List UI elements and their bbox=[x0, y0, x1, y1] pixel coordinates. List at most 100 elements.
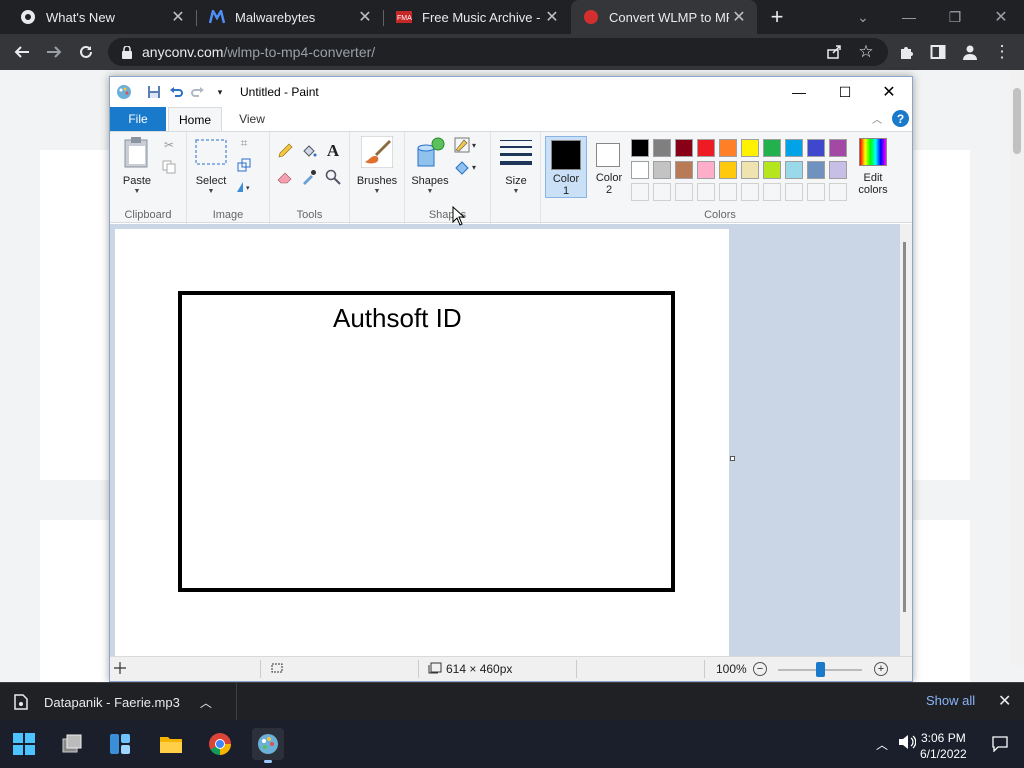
crop-icon[interactable]: ⌗ bbox=[235, 134, 253, 152]
canvas-vertical-scrollbar[interactable] bbox=[900, 224, 912, 656]
minimize-button[interactable]: — bbox=[886, 0, 932, 34]
magnifier-icon[interactable] bbox=[324, 168, 342, 186]
palette-swatch[interactable] bbox=[675, 139, 693, 157]
palette-swatch-custom[interactable] bbox=[697, 183, 715, 201]
tab-view[interactable]: View bbox=[228, 107, 276, 131]
redo-icon[interactable] bbox=[190, 84, 206, 100]
select-button[interactable]: Select ▼ bbox=[194, 135, 228, 195]
chrome-taskbar-icon[interactable] bbox=[204, 728, 236, 760]
color-picker-icon[interactable] bbox=[300, 168, 318, 186]
palette-swatch-custom[interactable] bbox=[785, 183, 803, 201]
show-hidden-icons-chevron-icon[interactable]: ︿ bbox=[876, 736, 888, 753]
palette-swatch[interactable] bbox=[653, 139, 671, 157]
palette-swatch[interactable] bbox=[697, 161, 715, 179]
close-window-button[interactable]: ✕ bbox=[978, 0, 1024, 34]
canvas-scroll-thumb[interactable] bbox=[903, 242, 906, 612]
fill-icon[interactable]: ▾ bbox=[453, 158, 481, 176]
tab-file[interactable]: File bbox=[110, 107, 166, 131]
undo-icon[interactable] bbox=[168, 84, 184, 100]
close-tab-icon[interactable]: ✕ bbox=[168, 7, 188, 27]
tab-whats-new[interactable]: What's New ✕ bbox=[8, 0, 196, 34]
palette-swatch-custom[interactable] bbox=[675, 183, 693, 201]
palette-swatch[interactable] bbox=[807, 139, 825, 157]
palette-swatch-custom[interactable] bbox=[719, 183, 737, 201]
shapes-button[interactable]: Shapes ▼ bbox=[411, 135, 449, 195]
palette-swatch-custom[interactable] bbox=[741, 183, 759, 201]
outline-icon[interactable]: ▾ bbox=[453, 136, 481, 154]
drawing-canvas[interactable]: Authsoft ID bbox=[115, 229, 729, 656]
side-panel-icon[interactable] bbox=[926, 40, 950, 64]
palette-swatch[interactable] bbox=[675, 161, 693, 179]
paste-button[interactable]: Paste ▼ bbox=[120, 135, 154, 195]
eraser-icon[interactable] bbox=[276, 168, 294, 186]
chevron-up-icon[interactable]: ︿ bbox=[200, 694, 212, 711]
file-explorer-icon[interactable] bbox=[155, 728, 187, 760]
color2-button[interactable]: Color 2 bbox=[589, 136, 629, 198]
reload-button[interactable] bbox=[74, 40, 98, 64]
zoom-in-button[interactable]: + bbox=[874, 662, 888, 676]
rotate-icon[interactable]: ▾ bbox=[235, 178, 253, 196]
palette-swatch[interactable] bbox=[697, 139, 715, 157]
palette-swatch-custom[interactable] bbox=[807, 183, 825, 201]
widgets-icon[interactable] bbox=[104, 728, 136, 760]
taskbar-clock[interactable]: 3:06 PM 6/1/2022 bbox=[920, 730, 967, 762]
size-button[interactable]: Size ▼ bbox=[497, 135, 535, 195]
paint-close-button[interactable]: ✕ bbox=[866, 77, 912, 107]
group-size[interactable]: Size ▼ bbox=[491, 132, 541, 224]
address-bar[interactable]: anyconv.com/wlmp-to-mp4-converter/ bbox=[108, 38, 888, 66]
palette-swatch[interactable] bbox=[631, 139, 649, 157]
fill-bucket-icon[interactable] bbox=[300, 142, 318, 160]
download-item[interactable]: Datapanik - Faerie.mp3 ︿ bbox=[14, 683, 212, 721]
tab-malwarebytes[interactable]: Malwarebytes ✕ bbox=[197, 0, 383, 34]
zoom-slider-thumb[interactable] bbox=[816, 662, 825, 677]
page-scrollbar[interactable] bbox=[1010, 70, 1024, 665]
palette-swatch[interactable] bbox=[719, 161, 737, 179]
share-icon[interactable] bbox=[822, 40, 846, 64]
palette-swatch[interactable] bbox=[829, 139, 847, 157]
palette-swatch-custom[interactable] bbox=[829, 183, 847, 201]
close-downloads-icon[interactable]: ✕ bbox=[998, 691, 1011, 711]
palette-swatch[interactable] bbox=[785, 139, 803, 157]
edit-colors-button[interactable]: Edit colors bbox=[851, 136, 895, 198]
tab-free-music-archive[interactable]: FMA Free Music Archive - M ✕ bbox=[384, 0, 570, 34]
back-button[interactable] bbox=[10, 40, 34, 64]
paint-minimize-button[interactable]: — bbox=[776, 77, 822, 107]
palette-swatch[interactable] bbox=[785, 161, 803, 179]
cut-icon[interactable]: ✂ bbox=[160, 136, 178, 154]
notifications-icon[interactable] bbox=[992, 736, 1008, 755]
chrome-menu-icon[interactable]: ⋮ bbox=[990, 40, 1014, 64]
minimize-ribbon-icon[interactable]: ︿ bbox=[872, 111, 882, 126]
tab-convert-wlmp[interactable]: Convert WLMP to MP4 ✕ bbox=[571, 0, 757, 34]
paint-maximize-button[interactable]: ☐ bbox=[822, 77, 868, 107]
zoom-out-button[interactable]: − bbox=[753, 662, 767, 676]
canvas-resize-handle[interactable] bbox=[730, 456, 735, 461]
palette-swatch[interactable] bbox=[741, 139, 759, 157]
palette-swatch[interactable] bbox=[631, 161, 649, 179]
volume-icon[interactable] bbox=[898, 734, 917, 753]
close-tab-icon[interactable]: ✕ bbox=[355, 7, 375, 27]
brushes-button[interactable]: Brushes ▼ bbox=[357, 135, 397, 195]
palette-swatch[interactable] bbox=[719, 139, 737, 157]
lock-icon[interactable] bbox=[120, 45, 134, 59]
close-tab-icon[interactable]: ✕ bbox=[729, 7, 749, 27]
bookmark-star-icon[interactable]: ☆ bbox=[854, 40, 878, 64]
forward-button[interactable] bbox=[42, 40, 66, 64]
color1-button[interactable]: Color 1 bbox=[545, 136, 587, 198]
resize-icon[interactable] bbox=[235, 156, 253, 174]
windows-start-icon[interactable] bbox=[8, 728, 40, 760]
text-tool-icon[interactable]: A bbox=[324, 141, 342, 160]
palette-swatch[interactable] bbox=[741, 161, 759, 179]
copy-icon[interactable] bbox=[160, 158, 178, 176]
palette-swatch-custom[interactable] bbox=[763, 183, 781, 201]
close-tab-icon[interactable]: ✕ bbox=[542, 7, 562, 27]
tab-search-icon[interactable]: ⌄ bbox=[840, 0, 886, 34]
palette-swatch-custom[interactable] bbox=[653, 183, 671, 201]
group-brushes[interactable]: Brushes ▼ bbox=[350, 132, 405, 224]
palette-swatch[interactable] bbox=[763, 139, 781, 157]
page-scroll-thumb[interactable] bbox=[1013, 88, 1021, 154]
save-icon[interactable] bbox=[146, 84, 162, 100]
help-icon[interactable]: ? bbox=[892, 110, 909, 127]
extensions-icon[interactable] bbox=[894, 40, 918, 64]
palette-swatch[interactable] bbox=[829, 161, 847, 179]
tab-home[interactable]: Home bbox=[168, 107, 222, 132]
